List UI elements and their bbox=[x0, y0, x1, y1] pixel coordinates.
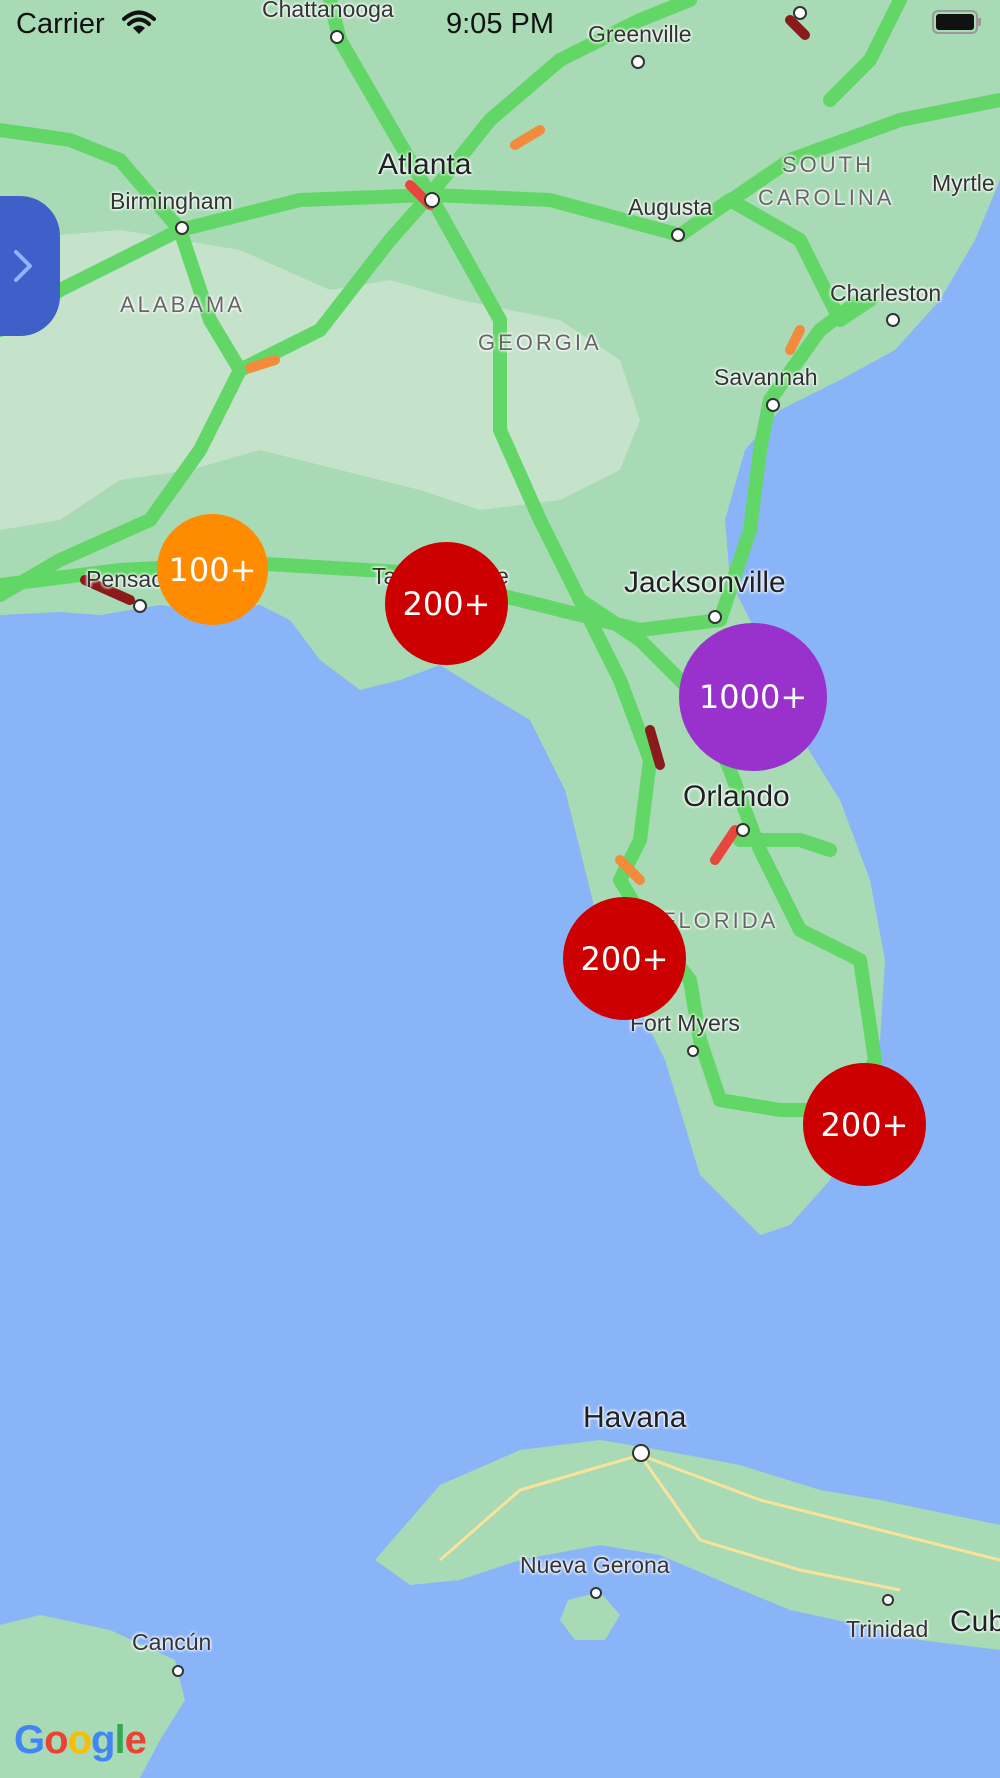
city-label: Pensac bbox=[86, 566, 163, 592]
cluster-marker-1000[interactable]: 1000+ bbox=[679, 623, 827, 771]
side-panel-toggle-button[interactable] bbox=[0, 196, 60, 336]
city-label: Augusta bbox=[628, 194, 713, 220]
city-label: Trinidad bbox=[846, 1616, 929, 1642]
map-canvas[interactable] bbox=[0, 0, 1000, 1778]
city-label: Atlanta bbox=[378, 148, 472, 181]
status-time: 9:05 PM bbox=[446, 8, 554, 40]
state-label: SOUTH bbox=[782, 152, 874, 177]
city-label: Orlando bbox=[683, 780, 790, 813]
google-logo: Google bbox=[14, 1718, 147, 1762]
cluster-marker-200[interactable]: 200+ bbox=[803, 1063, 926, 1186]
state-label: CAROLINA bbox=[758, 185, 895, 210]
state-label: GEORGIA bbox=[478, 330, 602, 355]
chevron-right-icon bbox=[14, 250, 32, 282]
state-label: ALABAMA bbox=[120, 292, 245, 317]
status-bar: Carrier 9:05 PM bbox=[0, 0, 1000, 52]
city-label: Charleston bbox=[830, 280, 942, 306]
map-screen: Chattanooga Greenville Atlanta Birmingha… bbox=[0, 0, 1000, 1778]
cluster-marker-100[interactable]: 100+ bbox=[157, 514, 268, 625]
city-label: Cancún bbox=[132, 1629, 212, 1655]
city-label: Myrtle bbox=[932, 170, 995, 196]
battery-icon bbox=[932, 10, 981, 34]
city-label: Birmingham bbox=[110, 188, 233, 214]
city-label: Cub bbox=[950, 1605, 1000, 1638]
city-label: Nueva Gerona bbox=[520, 1552, 670, 1578]
cluster-marker-200[interactable]: 200+ bbox=[563, 897, 686, 1020]
city-label: Havana bbox=[583, 1401, 687, 1434]
city-label: Savannah bbox=[714, 364, 818, 390]
city-label: Jacksonville bbox=[624, 566, 786, 599]
cluster-marker-200[interactable]: 200+ bbox=[385, 542, 508, 665]
